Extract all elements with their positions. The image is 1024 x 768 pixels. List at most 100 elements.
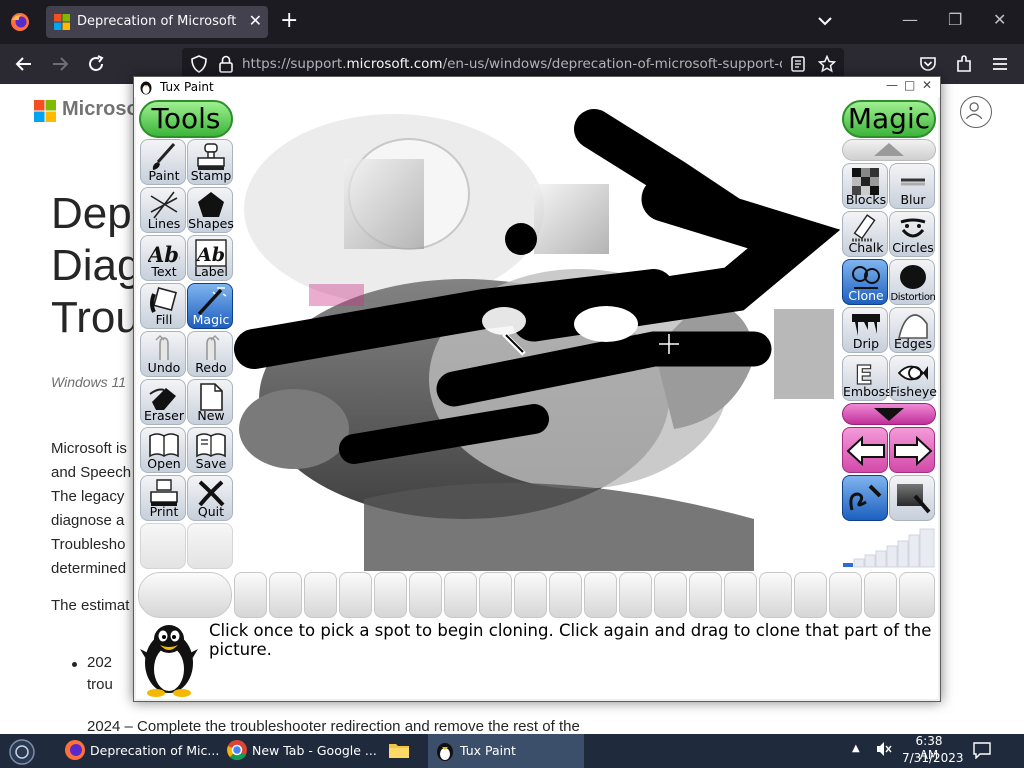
magic-circles[interactable]: Circles — [889, 211, 935, 257]
tool-new[interactable]: New — [187, 379, 233, 425]
new-tab-icon[interactable]: + — [280, 9, 298, 33]
tool-eraser[interactable]: Eraser — [140, 379, 186, 425]
reload-icon[interactable] — [86, 54, 106, 74]
color-swatch[interactable] — [619, 572, 652, 618]
taskbar-label: Tux Paint — [460, 743, 516, 758]
extensions-icon[interactable] — [954, 54, 974, 74]
color-swatch[interactable] — [724, 572, 757, 618]
magic-fisheye[interactable]: Fisheye — [889, 355, 937, 401]
previous-option-button[interactable] — [842, 427, 888, 473]
color-swatch[interactable] — [409, 572, 442, 618]
color-swatch[interactable] — [899, 572, 935, 618]
color-swatch[interactable] — [759, 572, 792, 618]
magic-paint-mode-button[interactable] — [842, 475, 888, 521]
volume-muted-icon[interactable] — [875, 740, 893, 758]
taskbar-firefox-button[interactable]: Deprecation of Mic... — [58, 734, 219, 768]
color-swatch[interactable] — [584, 572, 617, 618]
magic-blocks[interactable]: Blocks — [842, 163, 888, 209]
color-swatch[interactable] — [479, 572, 512, 618]
article-paragraph: Microsoft is and Speech The legacy diagn… — [51, 440, 132, 577]
magic-label: Edges — [894, 336, 932, 351]
color-swatch[interactable] — [689, 572, 722, 618]
magic-label: Emboss — [843, 384, 892, 399]
tool-label: Stamp — [190, 168, 232, 183]
color-swatch[interactable] — [269, 572, 302, 618]
tool-shapes[interactable]: Shapes — [187, 187, 234, 233]
color-swatch[interactable] — [304, 572, 337, 618]
magic-drip[interactable]: Drip — [842, 307, 888, 353]
color-swatch[interactable] — [339, 572, 372, 618]
magic-chalk[interactable]: Chalk — [842, 211, 888, 257]
tool-stamp[interactable]: Stamp — [187, 139, 233, 185]
magic-blur[interactable]: Blur — [889, 163, 935, 209]
pocket-icon[interactable] — [918, 54, 938, 74]
color-swatch[interactable] — [234, 572, 267, 618]
tool-save[interactable]: Save — [187, 427, 233, 473]
browser-tab[interactable]: Deprecation of Microsoft Support and Rec… — [46, 6, 268, 38]
magic-fullscreen-mode-button[interactable] — [889, 475, 935, 521]
tool-quit[interactable]: Quit — [187, 475, 233, 521]
list-item: 2024 – Complete the troubleshooter redir… — [87, 718, 580, 734]
tool-open[interactable]: Open — [140, 427, 186, 473]
color-swatch[interactable] — [864, 572, 897, 618]
list-item: 202 trou — [87, 654, 113, 693]
list-all-tabs-icon[interactable] — [816, 12, 834, 30]
reader-view-icon[interactable] — [790, 56, 806, 72]
magic-distortion[interactable]: Distortion — [889, 259, 936, 305]
url-text[interactable]: https://support.microsoft.com/en-us/wind… — [242, 56, 782, 72]
color-swatch[interactable] — [654, 572, 687, 618]
forward-icon[interactable] — [50, 54, 70, 74]
notifications-icon[interactable] — [973, 741, 991, 759]
clock-date[interactable]: 7/31/2023 — [902, 751, 964, 765]
tp-minimize-icon[interactable]: — — [886, 78, 898, 92]
drawing-canvas[interactable] — [234, 99, 842, 571]
magic-scroll-down-button[interactable] — [842, 403, 936, 425]
start-icon[interactable] — [8, 738, 36, 766]
next-option-button[interactable] — [889, 427, 935, 473]
tool-lines[interactable]: Lines — [140, 187, 186, 233]
color-swatch[interactable] — [514, 572, 547, 618]
taskbar-chrome-button[interactable]: New Tab - Google ... — [220, 734, 377, 768]
window-title: Tux Paint — [160, 80, 214, 94]
tool-fill[interactable]: Fill — [140, 283, 186, 329]
color-swatch[interactable] — [549, 572, 582, 618]
minimize-icon[interactable]: — — [902, 10, 918, 29]
magic-label: Drip — [852, 336, 880, 351]
tool-magic[interactable]: Magic — [187, 283, 233, 329]
tracking-shield-icon[interactable] — [190, 55, 208, 73]
tool-label[interactable]: Ab Label — [187, 235, 233, 281]
bookmark-star-icon[interactable] — [818, 55, 836, 73]
tool-print[interactable]: Print — [140, 475, 186, 521]
tux-paint-titlebar[interactable]: Tux Paint — □ ✕ — [134, 77, 940, 97]
magic-edges[interactable]: Edges — [889, 307, 935, 353]
size-selector[interactable] — [842, 523, 936, 569]
taskbar-file-explorer-button[interactable] — [378, 734, 422, 768]
tp-close-icon[interactable]: ✕ — [922, 78, 932, 92]
lock-icon[interactable] — [218, 55, 234, 73]
account-icon[interactable] — [960, 96, 992, 128]
tool-paint[interactable]: Paint — [140, 139, 186, 185]
tp-maximize-icon[interactable]: □ — [904, 78, 915, 92]
tool-undo[interactable]: Undo — [140, 331, 186, 377]
firefox-menu-icon[interactable] — [10, 12, 30, 32]
close-window-icon[interactable]: ✕ — [993, 10, 1006, 29]
tool-label: New — [197, 408, 225, 423]
show-hidden-icons-icon[interactable]: ▲ — [852, 743, 860, 754]
tab-close-icon[interactable]: ✕ — [249, 11, 262, 30]
color-swatch[interactable] — [374, 572, 407, 618]
magic-emboss[interactable]: E Emboss — [842, 355, 892, 401]
taskbar-tuxpaint-button[interactable]: Tux Paint — [428, 734, 584, 768]
hamburger-menu-icon[interactable] — [990, 54, 1010, 74]
current-color-swatch[interactable] — [138, 572, 232, 618]
color-swatch[interactable] — [829, 572, 862, 618]
tool-text[interactable]: Abc Text — [140, 235, 186, 281]
back-icon[interactable] — [14, 54, 34, 74]
microsoft-logo-icon[interactable] — [34, 100, 56, 122]
magic-clone[interactable]: Clone — [842, 259, 888, 305]
tool-empty-slot — [140, 523, 186, 569]
restore-icon[interactable]: ❐ — [948, 10, 962, 29]
magic-scroll-up-button[interactable] — [842, 139, 936, 161]
tool-redo[interactable]: Redo — [187, 331, 233, 377]
color-swatch[interactable] — [794, 572, 827, 618]
color-swatch[interactable] — [444, 572, 477, 618]
